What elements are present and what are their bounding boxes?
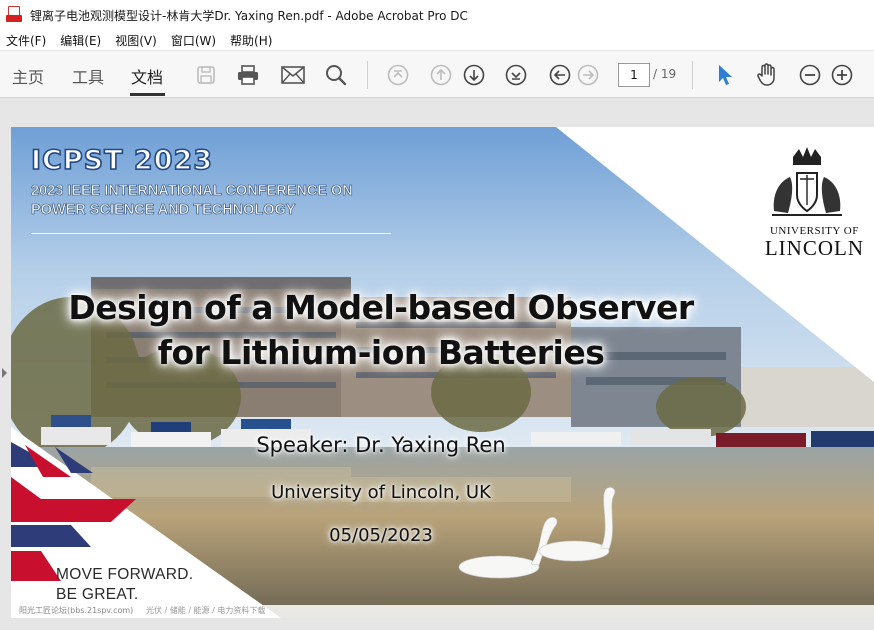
presentation-title: Design of a Model-based Observer for Lit… xyxy=(11,285,751,375)
next-page-icon[interactable] xyxy=(462,63,486,87)
toolbar-separator xyxy=(692,61,693,89)
hand-tool-icon[interactable] xyxy=(755,63,779,87)
zoom-in-icon[interactable] xyxy=(830,63,854,87)
menu-edit[interactable]: 编辑(E) xyxy=(60,32,101,49)
expand-left-panel-icon[interactable] xyxy=(2,368,7,378)
conference-name: 2023 IEEE INTERNATIONAL CONFERENCE ON PO… xyxy=(31,182,353,220)
slogan-line1: MOVE FORWARD. xyxy=(56,566,194,583)
page-number-input[interactable]: 1 xyxy=(618,63,650,87)
conference-acronym: ICPST 2023 xyxy=(30,144,214,177)
menu-window[interactable]: 窗口(W) xyxy=(171,32,216,49)
pdf-file-icon xyxy=(6,6,22,24)
save-icon[interactable] xyxy=(194,63,218,87)
tab-tools[interactable]: 工具 xyxy=(72,64,104,88)
menu-bar: 文件(F) 编辑(E) 视图(V) 窗口(W) 帮助(H) xyxy=(0,30,874,50)
presentation-date: 05/05/2023 xyxy=(329,525,433,546)
slogan-line2: BE GREAT. xyxy=(56,586,139,603)
slide-page: ICPST 2023 2023 IEEE INTERNATIONAL CONFE… xyxy=(11,127,874,618)
university-slogan: MOVE FORWARD. BE GREAT. xyxy=(56,565,193,605)
zoom-out-icon[interactable] xyxy=(798,63,822,87)
tab-home[interactable]: 主页 xyxy=(12,64,44,88)
menu-view[interactable]: 视图(V) xyxy=(115,32,157,49)
toolbar-separator xyxy=(367,61,368,89)
title-line2: for Lithium-ion Batteries xyxy=(157,333,605,372)
email-icon[interactable] xyxy=(281,63,305,87)
university-crest-icon xyxy=(772,147,842,216)
speaker-affiliation: University of Lincoln, UK xyxy=(271,482,491,503)
print-icon[interactable] xyxy=(236,63,260,87)
forward-icon[interactable] xyxy=(576,63,600,87)
prev-page-icon[interactable] xyxy=(429,63,453,87)
conference-name-line1: 2023 IEEE INTERNATIONAL CONFERENCE ON xyxy=(31,183,353,200)
title-line1: Design of a Model-based Observer xyxy=(68,288,694,327)
title-bar: 锂离子电池观测模型设计-林肯大学Dr. Yaxing Ren.pdf - Ado… xyxy=(0,0,874,30)
menu-file[interactable]: 文件(F) xyxy=(6,32,46,49)
conference-logo: ICPST 2023 2023 IEEE INTERNATIONAL CONFE… xyxy=(30,144,391,234)
conference-name-line2: POWER SCIENCE AND TECHNOLOGY xyxy=(31,202,296,219)
speaker-name: Speaker: Dr. Yaxing Ren xyxy=(256,433,506,457)
watermark-left: 阳光工匠论坛(bbs.21spv.com) xyxy=(19,606,134,615)
conference-divider xyxy=(31,233,391,234)
back-icon[interactable] xyxy=(548,63,572,87)
toolbar: 主页 工具 文档 1 / 19 xyxy=(0,50,874,98)
tab-document[interactable]: 文档 xyxy=(131,64,163,88)
active-tab-indicator xyxy=(130,93,165,96)
last-page-icon[interactable] xyxy=(504,63,528,87)
menu-help[interactable]: 帮助(H) xyxy=(230,32,272,49)
watermark-right: 光伏 / 储能 / 能源 / 电力资料下载 xyxy=(146,606,266,615)
page-total-label: / 19 xyxy=(653,67,677,81)
first-page-icon[interactable] xyxy=(386,63,410,87)
window-title: 锂离子电池观测模型设计-林肯大学Dr. Yaxing Ren.pdf - Ado… xyxy=(30,8,468,23)
select-cursor-icon[interactable] xyxy=(713,63,737,87)
university-wordmark: UNIVERSITY OF LINCOLN xyxy=(765,225,864,259)
university-name: LINCOLN xyxy=(764,236,864,260)
search-icon[interactable] xyxy=(324,63,348,87)
